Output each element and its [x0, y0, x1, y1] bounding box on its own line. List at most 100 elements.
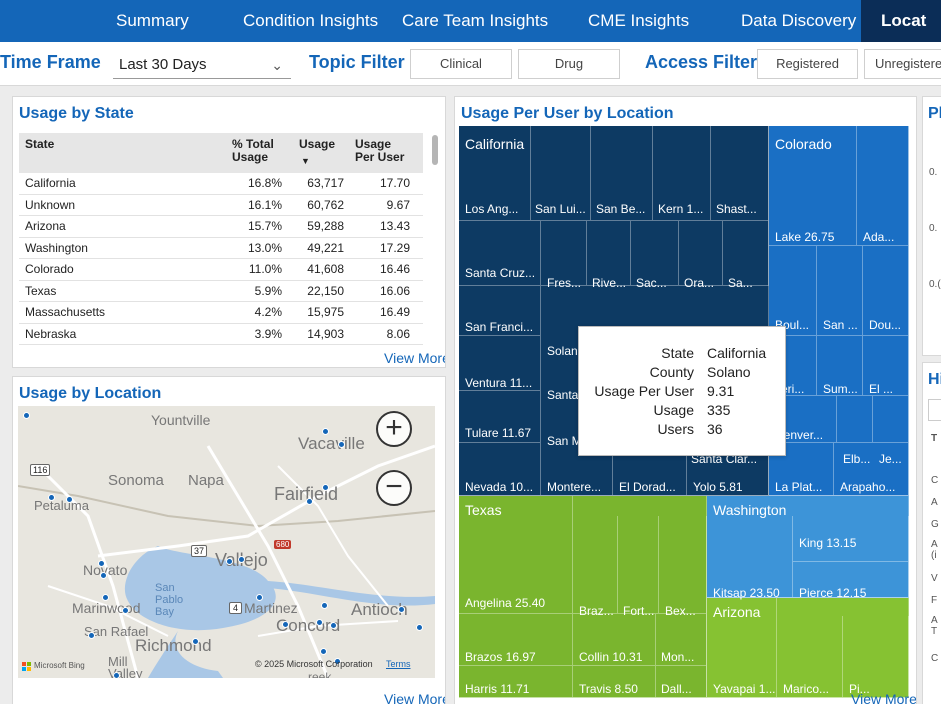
right-bottom-search[interactable] — [928, 399, 941, 421]
map-marker[interactable] — [98, 560, 105, 567]
treemap-label: Kitsap 23.50 — [713, 586, 780, 600]
topic-clinical-button[interactable]: Clinical — [410, 49, 512, 79]
chevron-down-icon: ⌄ — [271, 57, 283, 73]
tab-location-insights[interactable]: Locat — [861, 0, 941, 42]
treemap-label: Kern 1... — [658, 202, 704, 216]
treemap-cell[interactable] — [837, 396, 873, 443]
value-cell: 15,975 — [307, 305, 344, 319]
map-base — [18, 444, 435, 678]
map-marker[interactable] — [416, 624, 423, 631]
map-marker[interactable] — [330, 622, 337, 629]
treemap-cell[interactable] — [573, 516, 618, 614]
table-row[interactable]: Texas 5.9% 22,150 16.06 — [19, 281, 423, 302]
map-terms-link[interactable]: Terms — [386, 659, 411, 669]
col-pct-total-usage[interactable]: % Total Usage — [232, 138, 282, 164]
map-marker[interactable] — [66, 496, 73, 503]
tab-condition-insights[interactable]: Condition Insights — [243, 0, 378, 42]
map-marker[interactable] — [320, 648, 327, 655]
tab-summary[interactable]: Summary — [116, 0, 189, 42]
right-bottom-title: Hi — [928, 371, 941, 388]
topic-drug-button[interactable]: Drug — [518, 49, 620, 79]
map-marker[interactable] — [282, 621, 289, 628]
treemap-label: Travis 8.50 — [579, 682, 638, 696]
treemap-label: Sa... — [728, 276, 753, 290]
location-view-more-link[interactable]: View More — [384, 691, 445, 704]
map-marker[interactable] — [23, 412, 30, 419]
table-row[interactable]: Colorado 11.0% 41,608 16.46 — [19, 259, 423, 281]
map-marker[interactable] — [192, 638, 199, 645]
map-label-sonoma: Sonoma — [108, 472, 164, 489]
map-marker[interactable] — [122, 607, 129, 614]
map-marker[interactable] — [100, 572, 107, 579]
map-marker[interactable] — [256, 594, 263, 601]
col-state[interactable]: State — [25, 138, 54, 151]
value-cell: 16.49 — [379, 305, 410, 319]
usage-by-location-title: Usage by Location — [19, 385, 162, 402]
location-map[interactable]: Yountville Vacaville Sonoma Napa Fairfie… — [18, 406, 435, 678]
treemap-cell[interactable] — [659, 516, 707, 614]
state-view-more-link[interactable]: View More — [384, 350, 445, 366]
map-label-san-pablo-bay: San Pablo Bay — [155, 582, 184, 618]
usage-per-user-view-more-link[interactable]: View More — [851, 691, 916, 704]
access-registered-button[interactable]: Registered — [757, 49, 858, 79]
tab-care-team-insights[interactable]: Care Team Insights — [402, 0, 548, 42]
table-row[interactable]: Nebraska 3.9% 14,903 8.06 — [19, 324, 423, 345]
treemap-label: Fres... — [547, 276, 582, 290]
treemap-label: El Dorad... — [619, 480, 676, 494]
usage-by-location-panel: Usage by Location Yountville Vacaville S… — [12, 376, 446, 704]
col-usage-per-user[interactable]: Usage Per User — [355, 138, 410, 164]
treemap-label: Je... — [879, 452, 902, 466]
map-marker[interactable] — [338, 441, 345, 448]
table-row[interactable]: Washington 13.0% 49,221 17.29 — [19, 238, 423, 259]
tab-cme-insights[interactable]: CME Insights — [588, 0, 689, 42]
treemap-cell[interactable] — [873, 396, 909, 443]
row-stub: C — [931, 475, 939, 486]
value-cell: 5.9% — [254, 283, 282, 298]
value-cell: 15.7% — [247, 219, 282, 233]
treemap-cell[interactable] — [618, 516, 659, 614]
map-marker[interactable] — [322, 428, 329, 435]
state-cell: Arizona — [25, 219, 66, 233]
map-marker[interactable] — [102, 594, 109, 601]
table-scrollbar[interactable] — [432, 135, 438, 165]
map-marker[interactable] — [316, 619, 323, 626]
table-row[interactable]: California 16.8% 63,717 17.70 — [19, 173, 423, 195]
map-marker[interactable] — [322, 484, 329, 491]
map-marker[interactable] — [306, 498, 313, 505]
treemap-label: Shast... — [716, 202, 757, 216]
treemap-label: Rive... — [592, 276, 627, 290]
map-marker[interactable] — [238, 556, 245, 563]
map-marker[interactable] — [398, 606, 405, 613]
tooltip-key: Users — [657, 421, 694, 437]
access-unregistered-button[interactable]: Unregistere — [864, 49, 941, 79]
tooltip-value: 36 — [707, 421, 723, 437]
treemap-label: El ... — [869, 382, 894, 396]
map-marker[interactable] — [321, 602, 328, 609]
map-marker[interactable] — [48, 494, 55, 501]
treemap-label: Braz... — [579, 604, 614, 618]
time-frame-select[interactable]: Last 30 Days ⌄ — [113, 51, 291, 79]
tab-data-discovery[interactable]: Data Discovery — [741, 0, 856, 42]
value-cell: 22,150 — [307, 283, 344, 298]
tooltip-key: Usage — [653, 402, 694, 418]
right-top-panel: Pl 0. 0. 0.( — [922, 96, 941, 356]
map-marker[interactable] — [113, 672, 120, 678]
zoom-in-button[interactable]: + — [376, 411, 412, 447]
table-row[interactable]: Massachusetts 4.2% 15,975 16.49 — [19, 302, 423, 324]
map-marker[interactable] — [88, 632, 95, 639]
treemap-cell[interactable] — [857, 126, 909, 246]
zoom-out-button[interactable]: − — [376, 470, 412, 506]
map-label-creek: reek — [308, 670, 332, 678]
treemap-label: Montere... — [547, 480, 602, 494]
treemap-label: Lake 26.75 — [775, 230, 835, 244]
road-shield-4: 4 — [229, 602, 243, 614]
table-row[interactable]: Unknown 16.1% 60,762 9.67 — [19, 195, 423, 216]
treemap-label: Harris 11.71 — [465, 682, 530, 696]
value-cell: 63,717 — [307, 176, 344, 190]
map-label-richmond: Richmond — [135, 636, 212, 655]
col-usage[interactable]: Usage — [299, 138, 335, 151]
treemap-label: King 13.15 — [799, 536, 857, 550]
map-marker[interactable] — [226, 558, 233, 565]
treemap-header-california: California — [465, 136, 525, 152]
table-row[interactable]: Arizona 15.7% 59,288 13.43 — [19, 216, 423, 238]
